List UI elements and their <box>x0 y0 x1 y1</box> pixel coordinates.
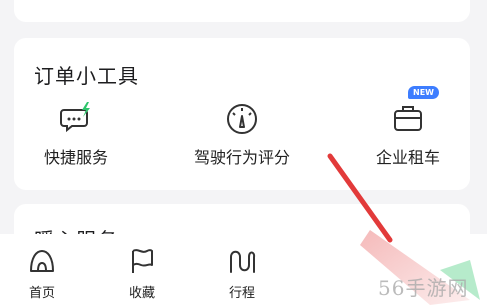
tab-home-label: 首页 <box>28 286 55 301</box>
enterprise-rental-label: 企业租车 <box>375 148 440 167</box>
watermark: 56手游网 <box>378 276 469 300</box>
order-tools-card: 订单小工具 快捷服务 驾驶行为评分 企业租车 NEW <box>14 38 470 190</box>
quick-service-button[interactable]: 快捷服务 <box>6 98 146 178</box>
top-card-remnant <box>14 0 470 22</box>
tab-trips[interactable]: 行程 <box>212 246 272 301</box>
tab-home[interactable]: 首页 <box>12 246 72 301</box>
driving-score-label: 驾驶行为评分 <box>193 148 290 167</box>
briefcase-icon <box>394 106 422 131</box>
flag-icon <box>132 249 153 273</box>
speedometer-icon <box>227 104 257 134</box>
order-tools-title: 订单小工具 <box>34 64 139 88</box>
enterprise-rental-button[interactable]: 企业租车 <box>338 98 478 178</box>
home-icon <box>30 250 54 272</box>
tab-trips-label: 行程 <box>228 286 255 301</box>
quick-service-label: 快捷服务 <box>43 148 108 167</box>
tab-favorites[interactable]: 收藏 <box>112 246 172 301</box>
driving-score-button[interactable]: 驾驶行为评分 <box>172 98 312 178</box>
quick-service-chat-icon <box>60 102 90 133</box>
tab-favorites-label: 收藏 <box>128 286 155 301</box>
route-icon <box>230 250 256 273</box>
new-badge: NEW <box>408 86 439 99</box>
